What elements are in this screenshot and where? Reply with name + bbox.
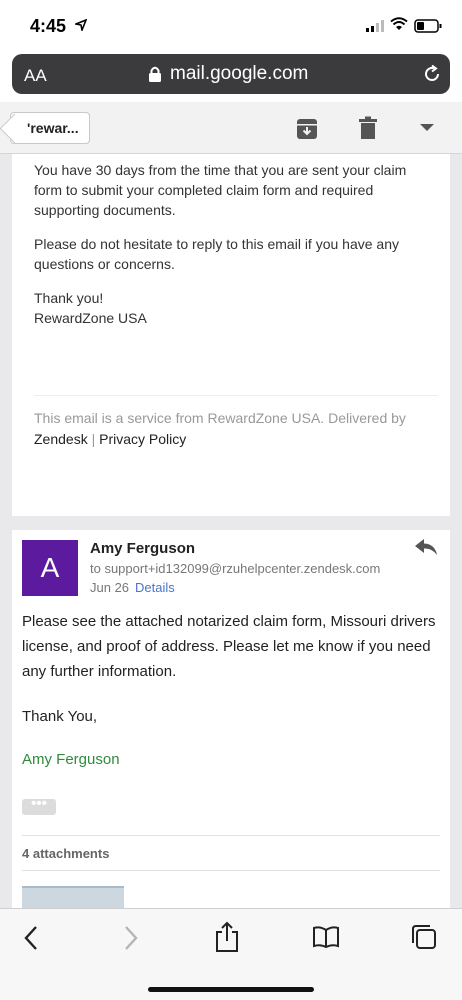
divider bbox=[22, 835, 440, 836]
battery-icon bbox=[414, 19, 442, 33]
message-body: Please see the attached notarized claim … bbox=[22, 613, 436, 680]
address-bar[interactable]: AA mail.google.com bbox=[12, 54, 450, 94]
footer-separator: | bbox=[91, 431, 96, 447]
browser-address-area: AA mail.google.com bbox=[0, 48, 462, 102]
divider bbox=[34, 395, 438, 396]
chevron-down-icon[interactable] bbox=[420, 124, 434, 132]
privacy-policy-link[interactable]: Privacy Policy bbox=[99, 431, 186, 447]
reader-options-button[interactable]: AA bbox=[24, 66, 47, 86]
clock: 4:45 bbox=[30, 16, 67, 36]
lock-icon bbox=[149, 66, 161, 82]
thank-you-text: Thank you! bbox=[34, 290, 104, 306]
zendesk-link[interactable]: Zendesk bbox=[34, 431, 88, 447]
message-card-amy: A Amy Ferguson to support+id132099@rzuhe… bbox=[12, 530, 450, 910]
back-to-inbox-button[interactable]: 'rewar... bbox=[10, 112, 90, 144]
archive-icon[interactable] bbox=[296, 118, 318, 140]
bookmarks-icon[interactable] bbox=[312, 925, 340, 949]
mail-toolbar: 'rewar... bbox=[0, 102, 462, 154]
message-date-line: Jun 26 Details bbox=[90, 580, 175, 595]
avatar: A bbox=[22, 540, 78, 596]
tabs-icon[interactable] bbox=[410, 923, 438, 951]
signal-icon bbox=[366, 20, 384, 32]
message-paragraph: Please do not hesitate to reply to this … bbox=[34, 236, 399, 272]
trash-icon[interactable] bbox=[358, 116, 378, 140]
reload-icon[interactable] bbox=[422, 64, 442, 84]
url-text[interactable]: mail.google.com bbox=[170, 63, 308, 85]
signature: Amy Ferguson bbox=[22, 751, 120, 768]
show-trimmed-content-button[interactable]: ••• bbox=[22, 796, 56, 815]
back-icon[interactable] bbox=[22, 925, 42, 951]
details-link[interactable]: Details bbox=[135, 580, 175, 595]
recipient-line: to support+id132099@rzuhelpcenter.zendes… bbox=[90, 561, 381, 576]
wifi-icon bbox=[390, 17, 408, 30]
email-footer: This email is a service from RewardZone … bbox=[34, 408, 438, 450]
closing-text: Thank You, bbox=[22, 708, 98, 725]
footer-text: This email is a service from RewardZone … bbox=[34, 410, 406, 426]
back-label: 'rewar... bbox=[27, 120, 79, 136]
message-card-rewardzone: You have 30 days from the time that you … bbox=[12, 154, 450, 516]
status-bar: 4:45 bbox=[0, 0, 462, 50]
home-indicator bbox=[148, 987, 314, 992]
browser-bottom-bar bbox=[0, 908, 462, 1000]
location-arrow-icon bbox=[75, 19, 87, 31]
forward-icon[interactable] bbox=[120, 925, 140, 951]
divider bbox=[22, 870, 440, 871]
sender-name: Amy Ferguson bbox=[90, 540, 196, 557]
message-paragraph: You have 30 days from the time that you … bbox=[34, 162, 407, 218]
company-signature: RewardZone USA bbox=[34, 310, 147, 326]
attachment-thumbnail[interactable] bbox=[22, 886, 124, 910]
share-icon[interactable] bbox=[214, 921, 240, 953]
message-date: Jun 26 bbox=[90, 580, 130, 595]
reply-icon[interactable] bbox=[414, 538, 438, 556]
attachments-count: 4 attachments bbox=[22, 846, 110, 861]
